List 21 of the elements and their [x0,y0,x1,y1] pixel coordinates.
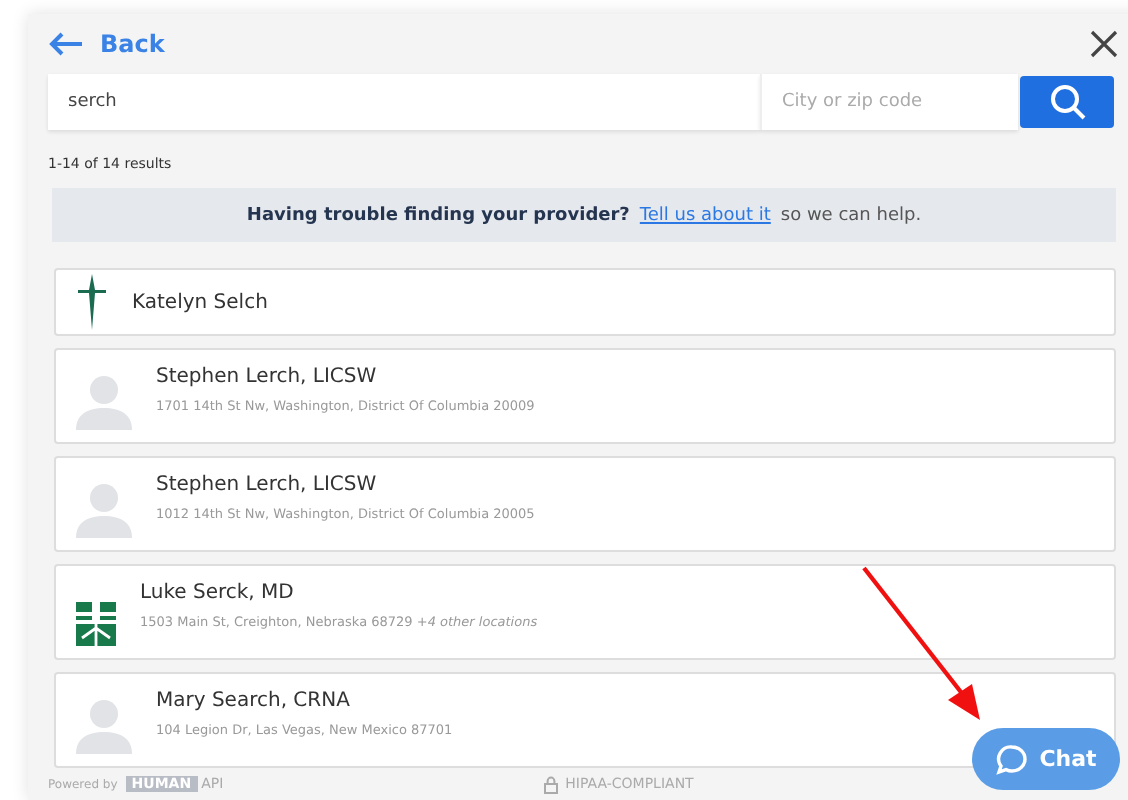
banner-text: so we can help. [780,205,922,225]
back-arrow-icon [48,32,84,56]
provider-name: Katelyn Selch [132,291,268,313]
avatar-silhouette-icon [76,482,132,538]
lock-icon [543,775,558,793]
provider-name: Stephen Lerch, LICSW [156,474,379,496]
search-field[interactable]: serch [48,74,760,130]
banner-question: Having trouble finding your provider? [246,205,630,225]
location-field[interactable]: City or zip code [760,74,1018,130]
provider-name: Stephen Lerch, LICSW [156,366,379,388]
grid-logo-icon [76,602,116,646]
search-icon [1047,82,1087,122]
provider-name: Luke Serck, MD [140,582,296,604]
avatar-silhouette-icon [76,698,132,754]
search-button[interactable] [1020,76,1114,128]
provider-name: Mary Search, CRNA [156,690,352,712]
provider-card[interactable]: Katelyn Selch [54,268,1116,336]
avatar-silhouette-icon [76,374,132,430]
cross-logo-icon [76,274,108,330]
close-icon[interactable] [1090,30,1118,58]
speech-bubble-icon [995,743,1028,775]
